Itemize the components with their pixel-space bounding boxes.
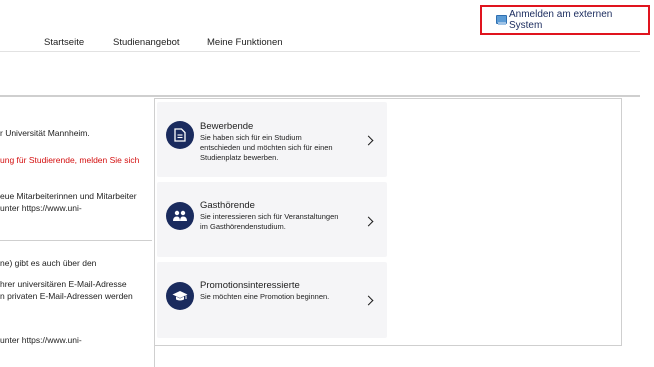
info-text-line: hrer universitären E-Mail-Adresse: [0, 279, 127, 289]
card-description-line: im Gasthörendenstudium.: [200, 222, 286, 231]
card-title: Gasthörende: [200, 200, 255, 211]
info-text-line: eue Mitarbeiterinnen und Mitarbeiter: [0, 191, 137, 201]
card-description-line: Sie möchten eine Promotion beginnen.: [200, 292, 330, 301]
external-login-link[interactable]: Anmelden am externen System: [480, 5, 650, 35]
card-promotionsinteressierte[interactable]: Promotionsinteressierte Sie möchten eine…: [157, 262, 387, 338]
chevron-right-icon: [363, 216, 374, 227]
card-bewerbende[interactable]: Bewerbende Sie haben sich für ein Studiu…: [157, 102, 387, 177]
card-description-line: entschieden und möchten sich für einen: [200, 143, 333, 152]
info-panel: r Universität Mannheim. ung für Studiere…: [0, 98, 155, 367]
document-icon: [166, 121, 194, 149]
info-link-line[interactable]: unter https://www.uni-: [0, 203, 82, 214]
chevron-right-icon: [363, 135, 374, 146]
info-divider: [0, 240, 152, 241]
card-title: Promotionsinteressierte: [200, 280, 300, 291]
external-system-icon: [496, 15, 507, 25]
chevron-right-icon: [363, 295, 374, 306]
nav-item-studienangebot[interactable]: Studienangebot: [113, 37, 180, 48]
nav-divider: [0, 51, 640, 52]
card-gasthoerende[interactable]: Gasthörende Sie interessieren sich für V…: [157, 182, 387, 257]
info-text-line: r Universität Mannheim.: [0, 128, 90, 138]
info-warning-line: ung für Studierende, melden Sie sich: [0, 155, 140, 165]
people-icon: [166, 202, 194, 230]
graduation-cap-icon: [166, 282, 194, 310]
card-description-line: Sie haben sich für ein Studium: [200, 133, 302, 142]
top-navigation: Startseite Studienangebot Meine Funktion…: [0, 37, 654, 51]
info-text-line: ne) gibt es auch über den: [0, 258, 97, 268]
card-title: Bewerbende: [200, 121, 254, 132]
info-text-line: n privaten E-Mail-Adressen werden: [0, 291, 133, 301]
card-description-line: Studienplatz bewerben.: [200, 153, 279, 162]
info-link-line[interactable]: unter https://www.uni-: [0, 335, 82, 346]
card-description-line: Sie interessieren sich für Veranstaltung…: [200, 212, 339, 221]
external-login-label: Anmelden am externen System: [508, 9, 613, 31]
nav-item-meine-funktionen[interactable]: Meine Funktionen: [207, 37, 283, 48]
header-divider: [0, 95, 640, 97]
nav-item-startseite[interactable]: Startseite: [44, 37, 84, 48]
